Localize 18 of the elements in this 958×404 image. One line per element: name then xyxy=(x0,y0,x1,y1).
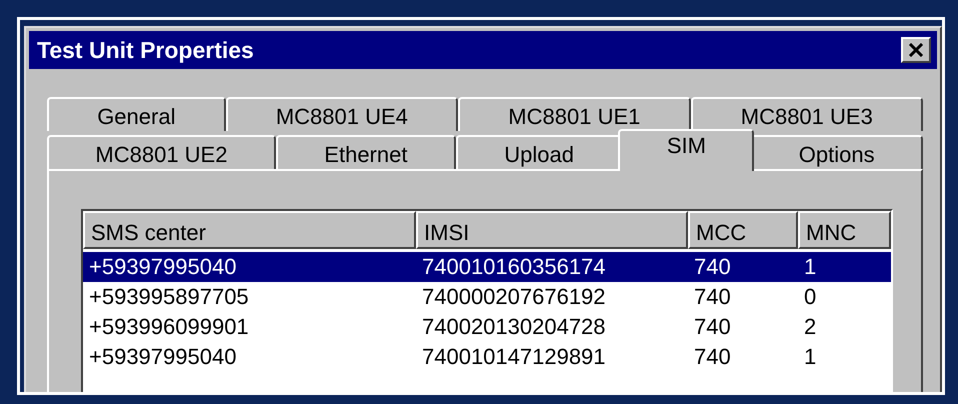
tab[interactable]: MC8801 UE3 xyxy=(690,97,924,131)
tab[interactable]: Ethernet xyxy=(276,135,456,169)
close-icon xyxy=(908,43,924,57)
list-row[interactable]: +593996099901 740020130204728 740 2 xyxy=(83,312,891,342)
window-title: Test Unit Properties xyxy=(37,36,254,64)
list-row[interactable]: +59397995040 740010160356174 740 1 xyxy=(83,252,891,282)
list-row[interactable]: +593995897705 740000207676192 740 0 xyxy=(83,282,891,312)
column-header[interactable]: IMSI xyxy=(416,211,688,249)
list-row[interactable]: +59397995040 740010147129891 740 1 xyxy=(83,342,891,372)
tab[interactable]: MC8801 UE1 xyxy=(458,97,691,131)
tab[interactable]: MC8801 UE2 xyxy=(47,135,276,169)
tab[interactable]: General xyxy=(47,97,226,131)
column-header[interactable]: SMS center xyxy=(83,211,416,249)
column-header[interactable]: MNC xyxy=(798,211,891,249)
close-button[interactable] xyxy=(901,37,931,63)
column-header[interactable]: MCC xyxy=(688,211,798,249)
tab[interactable]: SIM xyxy=(618,129,754,171)
tab[interactable]: MC8801 UE4 xyxy=(226,97,458,131)
